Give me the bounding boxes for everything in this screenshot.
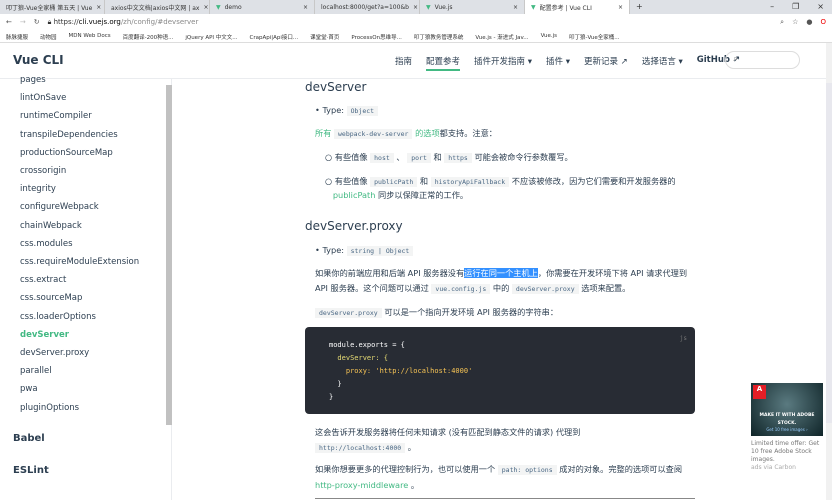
sidebar-item-css-sourcemap[interactable]: css.sourceMap: [20, 293, 82, 303]
browser-tab[interactable]: ▼ Vue.js ×: [420, 0, 525, 14]
ad-image[interactable]: A MAKE IT WITH ADOBE STOCK. Get 10 free im…: [751, 383, 823, 436]
url-field[interactable]: 🔒︎ https://cli.vuejs.org/zh/config/#devs…: [48, 18, 773, 27]
close-icon[interactable]: ×: [413, 4, 418, 11]
nav-plugin-dev[interactable]: 插件开发指南 ▾: [474, 55, 532, 71]
selected-text: 运行在同一个主机上: [464, 268, 538, 278]
bookmark[interactable]: 脉脉捷服: [6, 33, 28, 41]
sidebar-group-babel[interactable]: Babel: [13, 433, 45, 444]
search-icon: ⌕: [733, 54, 739, 64]
bookmark[interactable]: CrapApi|Api接口...: [250, 33, 299, 41]
search-input[interactable]: ⌕: [725, 51, 800, 69]
sidebar-group-eslint[interactable]: ESLint: [13, 465, 49, 476]
code-block: js module.exports = { devServer: { proxy…: [305, 327, 695, 414]
heading-devserver-proxy: devServer.proxy: [305, 219, 403, 233]
page-scrollbar[interactable]: [826, 43, 832, 500]
sidebar-item-devserver-proxy[interactable]: devServer.proxy: [20, 348, 89, 358]
close-window-icon[interactable]: ×: [817, 2, 824, 12]
site-logo[interactable]: Vue CLI: [13, 53, 64, 67]
reload-icon[interactable]: ↻: [34, 18, 40, 26]
browser-tab[interactable]: 叩丁狼-Vue全家桶 第五天 | Vue ×: [0, 0, 105, 14]
sidebar-item-devserver[interactable]: devServer: [20, 330, 69, 340]
divider: [315, 498, 695, 499]
nav-guide[interactable]: 指南: [395, 55, 412, 71]
bookmark[interactable]: 动物园: [40, 33, 57, 41]
close-icon[interactable]: ×: [203, 4, 208, 11]
bookmark[interactable]: 叩丁狼-Vue全家桶...: [569, 33, 620, 41]
nav-language[interactable]: 选择语言 ▾: [642, 55, 683, 71]
bookmark[interactable]: 叩丁狼教务管理系统: [414, 33, 464, 41]
bookmark[interactable]: ProcessOn思维导...: [351, 33, 401, 41]
sidebar-item-parallel[interactable]: parallel: [20, 366, 52, 376]
adobe-logo-icon: A: [753, 385, 766, 399]
nav-changelog[interactable]: 更新记录 ↗: [584, 55, 628, 71]
maximize-icon[interactable]: ❐: [792, 2, 799, 12]
sidebar-item-transpiledependencies[interactable]: transpileDependencies: [20, 130, 118, 140]
sidebar-item-lintonsave[interactable]: lintOnSave: [20, 93, 66, 103]
star-icon[interactable]: ☆: [792, 18, 798, 26]
top-nav: 指南 配置参考 插件开发指南 ▾ 插件 ▾ 更新记录 ↗ 选择语言 ▾ GitH…: [395, 55, 740, 71]
back-icon[interactable]: ←: [6, 18, 12, 26]
minimize-icon[interactable]: –: [770, 2, 774, 12]
vue-icon: ▼: [216, 3, 221, 11]
bookmark[interactable]: jQuery API 中文文...: [185, 33, 237, 41]
browser-tab[interactable]: ▼ demo ×: [210, 0, 315, 14]
ad-text[interactable]: Limited time offer: Get 10 free Adobe St…: [751, 440, 823, 464]
bookmark[interactable]: 课堂堂·首页: [310, 33, 339, 41]
sidebar-item-pages[interactable]: pages: [20, 75, 46, 85]
http-proxy-middleware-link[interactable]: http-proxy-middleware: [315, 480, 408, 490]
site-header: Vue CLI 指南 配置参考 插件开发指南 ▾ 插件 ▾ 更新记录 ↗ 选择语…: [0, 43, 826, 79]
address-bar: ← → ↻ 🔒︎ https://cli.vuejs.org/zh/config/#…: [0, 14, 832, 30]
vue-icon: ▼: [426, 3, 431, 11]
carbon-ad[interactable]: A MAKE IT WITH ADOBE STOCK. Get 10 free im…: [751, 383, 823, 472]
browser-tab[interactable]: axios中文文档|axios中文网 | ax ×: [105, 0, 210, 14]
sidebar-item-runtimecompiler[interactable]: runtimeCompiler: [20, 111, 92, 121]
browser-tab-bar: 叩丁狼-Vue全家桶 第五天 | Vue × axios中文文档|axios中文网…: [0, 0, 832, 14]
sidebar-item-crossorigin[interactable]: crossorigin: [20, 166, 66, 176]
sidebar-scrollbar[interactable]: [166, 85, 172, 425]
vue-icon: ▼: [531, 3, 536, 11]
close-icon[interactable]: ×: [513, 4, 518, 11]
devserver-options-link[interactable]: 所有 webpack-dev-server 的选项: [315, 128, 440, 139]
publicpath-link[interactable]: publicPath: [333, 190, 376, 200]
bookmarks-bar: 脉脉捷服 动物园 MDN Web Docs 百度翻译-200种语... jQue…: [0, 30, 832, 43]
page-scrollbar-thumb[interactable]: [826, 83, 832, 423]
opera-icon[interactable]: O: [820, 18, 826, 26]
heading-devserver: devServer: [305, 80, 367, 94]
new-tab-button[interactable]: +: [630, 0, 649, 14]
sidebar-item-pwa[interactable]: pwa: [20, 384, 38, 394]
bookmark[interactable]: MDN Web Docs: [69, 33, 111, 39]
close-icon[interactable]: ×: [618, 4, 623, 11]
forward-icon[interactable]: →: [20, 18, 26, 26]
bookmark[interactable]: Vue.js: [541, 33, 557, 39]
browser-tab[interactable]: localhost:8000/get?a=100&b ×: [315, 0, 420, 14]
bookmark[interactable]: 百度翻译-200种语...: [123, 33, 174, 41]
sidebar-item-css-loaderoptions[interactable]: css.loaderOptions: [20, 312, 96, 322]
account-icon[interactable]: ●: [806, 18, 812, 26]
browser-tab-active[interactable]: ▼ 配置参考 | Vue CLI ×: [525, 0, 630, 14]
sidebar-item-productionsourcemap[interactable]: productionSourceMap: [20, 148, 113, 158]
sidebar-item-configurewebpack[interactable]: configureWebpack: [20, 202, 99, 212]
ad-via[interactable]: ads via Carbon: [751, 464, 823, 472]
bookmark[interactable]: Vue.js - 渐进式 Jav...: [475, 33, 528, 41]
close-icon[interactable]: ×: [303, 4, 308, 11]
sidebar-item-chainwebpack[interactable]: chainWebpack: [20, 221, 82, 231]
sidebar-item-css-requiremoduleextension[interactable]: css.requireModuleExtension: [20, 257, 139, 267]
close-icon[interactable]: ×: [96, 4, 101, 11]
sidebar-item-pluginoptions[interactable]: pluginOptions: [20, 403, 79, 413]
sidebar: pages lintOnSave runtimeCompiler transpileD…: [0, 75, 172, 500]
sidebar-item-css-modules[interactable]: css.modules: [20, 239, 73, 249]
sidebar-item-css-extract[interactable]: css.extract: [20, 275, 66, 285]
nav-config[interactable]: 配置参考: [426, 55, 461, 71]
nav-plugins[interactable]: 插件 ▾: [546, 55, 570, 71]
sidebar-item-integrity[interactable]: integrity: [20, 184, 56, 194]
zoom-icon[interactable]: ⌕: [780, 18, 784, 27]
